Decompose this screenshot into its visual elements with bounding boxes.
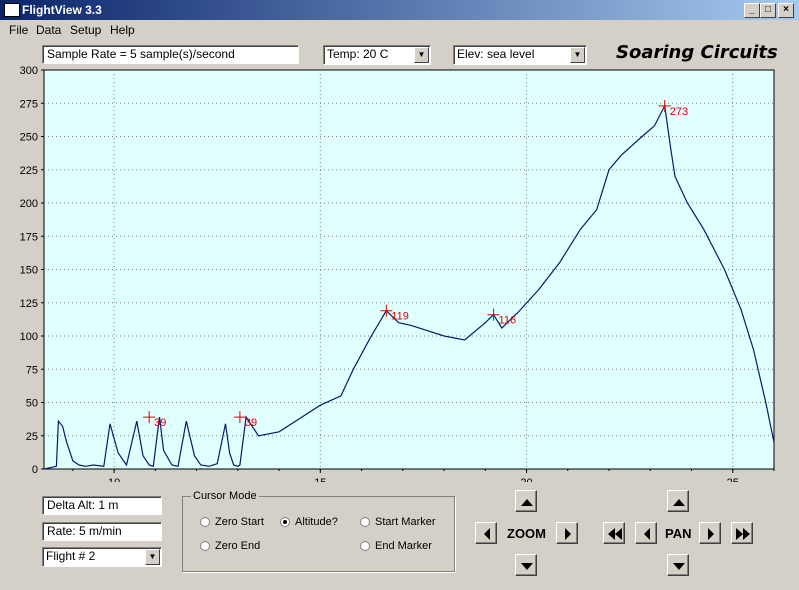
elevation-select[interactable]: Elev: sea level ▼ [453, 45, 587, 65]
zoom-down-button[interactable] [515, 554, 537, 576]
delta-alt-field: Delta Alt: 1 m [42, 496, 162, 515]
triangle-right-icon [565, 528, 571, 540]
y-tick-label: 75 [26, 364, 38, 376]
y-tick-label: 275 [20, 98, 38, 110]
y-tick-label: 200 [20, 198, 38, 210]
triangle-down-icon [521, 563, 533, 570]
minimize-button[interactable]: _ [744, 3, 760, 18]
close-button[interactable]: × [778, 3, 794, 18]
double-triangle-left-icon [608, 528, 615, 540]
sample-rate-field: Sample Rate = 5 sample(s)/second [42, 45, 299, 64]
zoom-left-button[interactable] [475, 522, 497, 544]
double-triangle-right-icon [736, 528, 743, 540]
zoom-right-button[interactable] [556, 522, 578, 544]
y-tick-label: 100 [20, 331, 38, 343]
chevron-down-icon[interactable]: ▼ [145, 549, 160, 565]
chevron-down-icon[interactable]: ▼ [570, 47, 585, 63]
pan-far-left-button[interactable] [603, 522, 625, 544]
maximize-button[interactable]: □ [760, 3, 776, 18]
y-tick-label: 25 [26, 431, 38, 443]
pan-label: PAN [665, 526, 692, 541]
marker-label: 116 [499, 315, 517, 327]
pan-up-button[interactable] [667, 490, 689, 512]
menu-setup[interactable]: Setup [70, 23, 101, 37]
pan-left-button[interactable] [635, 522, 657, 544]
zoom-up-button[interactable] [515, 490, 537, 512]
flight-select[interactable]: Flight # 2 ▼ [42, 547, 162, 567]
marker-label: 273 [670, 106, 688, 118]
elevation-select-value: Elev: sea level [457, 47, 535, 61]
x-tick-label: 25 [727, 477, 739, 482]
triangle-left-icon [644, 528, 650, 540]
y-tick-label: 300 [20, 66, 38, 77]
temp-select[interactable]: Temp: 20 C ▼ [323, 45, 431, 65]
app-icon [4, 3, 20, 17]
menu-help[interactable]: Help [110, 23, 135, 37]
x-tick-label: 10 [108, 477, 120, 482]
y-tick-label: 175 [20, 231, 38, 243]
y-tick-label: 0 [32, 464, 38, 476]
menu-data[interactable]: Data [36, 23, 61, 37]
triangle-up-icon [673, 499, 685, 506]
y-tick-label: 150 [20, 265, 38, 277]
radio-dot-icon [360, 541, 370, 551]
marker-label: 39 [245, 417, 257, 429]
title-bar: FlightView 3.3 _ □ × [0, 0, 799, 20]
triangle-up-icon [521, 499, 533, 506]
marker-label: 119 [391, 311, 409, 323]
menu-bar: File Data Setup Help [0, 20, 799, 39]
y-tick-label: 250 [20, 132, 38, 144]
y-tick-label: 50 [26, 398, 38, 410]
brand-logo: Soaring Circuits [616, 42, 778, 63]
radio-dot-icon [200, 541, 210, 551]
window-title: FlightView 3.3 [22, 3, 102, 17]
zoom-label: ZOOM [507, 526, 546, 541]
cursor-mode-title: Cursor Mode [191, 490, 259, 502]
chevron-down-icon[interactable]: ▼ [414, 47, 429, 63]
radio-dot-icon [360, 517, 370, 527]
temp-select-value: Temp: 20 C [327, 47, 389, 61]
triangle-down-icon [673, 563, 685, 570]
triangle-right-icon [708, 528, 714, 540]
rate-field: Rate: 5 m/min [42, 522, 162, 541]
x-tick-label: 15 [314, 477, 326, 482]
y-tick-label: 125 [20, 298, 38, 310]
cursor-mode-group [182, 496, 455, 572]
x-tick-label: 20 [520, 477, 532, 482]
pan-right-button[interactable] [699, 522, 721, 544]
y-tick-label: 225 [20, 165, 38, 177]
radio-dot-icon [280, 517, 290, 527]
radio-dot-icon [200, 517, 210, 527]
pan-far-right-button[interactable] [731, 522, 753, 544]
altitude-chart[interactable]: 0 25 50 75 100 125 150 175 200 225 250 275 300 10 15 20… [0, 66, 799, 482]
marker-label: 39 [154, 417, 166, 429]
triangle-left-icon [484, 528, 490, 540]
menu-file[interactable]: File [9, 23, 28, 37]
flight-select-value: Flight # 2 [46, 549, 96, 563]
pan-down-button[interactable] [667, 554, 689, 576]
